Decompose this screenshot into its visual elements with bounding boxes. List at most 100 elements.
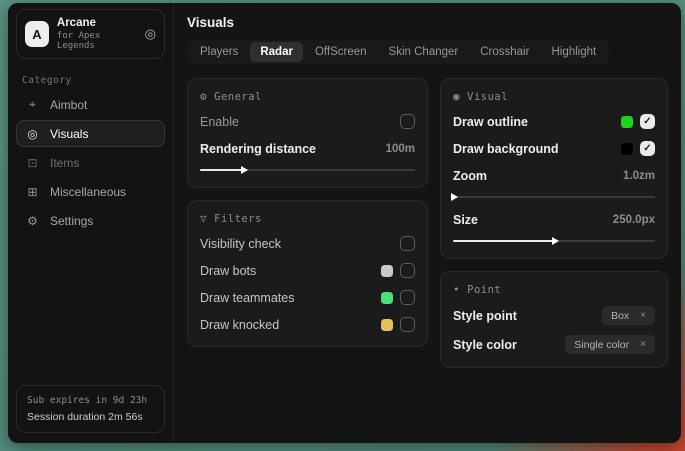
tab-offscreen[interactable]: OffScreen bbox=[305, 42, 377, 62]
sidebar-item-items[interactable]: ⊡ Items bbox=[16, 149, 165, 176]
draw-outline-checkbox[interactable]: ✓ bbox=[640, 114, 655, 129]
draw-background-color-swatch[interactable] bbox=[621, 143, 633, 155]
check-icon: ✓ bbox=[643, 144, 651, 154]
rendering-distance-row: Rendering distance 100m bbox=[200, 140, 415, 157]
draw-knocked-label: Draw knocked bbox=[200, 318, 279, 332]
app-logo: A bbox=[25, 21, 49, 47]
clear-icon[interactable]: × bbox=[640, 310, 646, 321]
main-content: Visuals Players Radar OffScreen Skin Cha… bbox=[173, 3, 681, 443]
app-titles: Arcane for Apex Legends bbox=[57, 17, 137, 51]
category-label: Category bbox=[22, 75, 159, 86]
box-icon: ⊡ bbox=[25, 156, 40, 170]
target-icon[interactable]: ◎ bbox=[145, 26, 156, 42]
visuals-tabbar: Players Radar OffScreen Skin Changer Cro… bbox=[187, 39, 609, 65]
crosshair-icon: ⌖ bbox=[25, 97, 40, 112]
slider-fill bbox=[200, 169, 243, 171]
slider-fill bbox=[453, 240, 554, 242]
draw-background-checkbox[interactable]: ✓ bbox=[640, 141, 655, 156]
point-panel-header: • Point bbox=[453, 283, 655, 296]
slider-thumb[interactable] bbox=[241, 166, 248, 174]
point-panel: • Point Style point Box × Style color S bbox=[440, 271, 668, 368]
draw-background-row: Draw background ✓ bbox=[453, 140, 655, 157]
style-color-value: Single color bbox=[574, 339, 629, 351]
session-info-box: Sub expires in 9d 23h Session duration 2… bbox=[16, 385, 165, 433]
style-point-value: Box bbox=[611, 310, 629, 322]
size-slider[interactable] bbox=[453, 236, 655, 245]
draw-teammates-checkbox[interactable]: ✓ bbox=[400, 290, 415, 305]
sidebar-item-aimbot[interactable]: ⌖ Aimbot bbox=[16, 91, 165, 118]
draw-knocked-row: Draw knocked ✓ bbox=[200, 316, 415, 333]
draw-teammates-row: Draw teammates ✓ bbox=[200, 289, 415, 306]
sidebar-item-label: Items bbox=[50, 156, 79, 170]
style-color-label: Style color bbox=[453, 338, 517, 352]
gear-icon: ⚙ bbox=[200, 90, 207, 103]
size-label: Size bbox=[453, 213, 478, 227]
panel-title: General bbox=[214, 91, 262, 103]
rendering-distance-slider[interactable] bbox=[200, 165, 415, 174]
enable-row: Enable ✓ bbox=[200, 113, 415, 130]
sidebar-item-label: Settings bbox=[50, 214, 93, 228]
zoom-value: 1.0zm bbox=[623, 170, 655, 182]
app-subtitle: for Apex Legends bbox=[57, 31, 137, 51]
slider-thumb[interactable] bbox=[451, 193, 458, 201]
size-value: 250.0px bbox=[613, 214, 655, 226]
enable-label: Enable bbox=[200, 115, 239, 129]
sidebar-item-miscellaneous[interactable]: ⊞ Miscellaneous bbox=[16, 178, 165, 205]
visual-panel: ◉ Visual Draw outline ✓ Draw background bbox=[440, 78, 668, 259]
draw-teammates-color-swatch[interactable] bbox=[381, 292, 393, 304]
sidebar-item-label: Visuals bbox=[50, 127, 88, 141]
filters-panel: ▽ Filters Visibility check ✓ Draw bots bbox=[187, 200, 428, 347]
page-title: Visuals bbox=[187, 15, 668, 30]
visibility-check-checkbox[interactable]: ✓ bbox=[400, 236, 415, 251]
draw-bots-label: Draw bots bbox=[200, 264, 256, 278]
filters-panel-header: ▽ Filters bbox=[200, 212, 415, 225]
style-color-row: Style color Single color × bbox=[453, 335, 655, 354]
sidebar-item-settings[interactable]: ⚙ Settings bbox=[16, 207, 165, 234]
draw-bots-row: Draw bots ✓ bbox=[200, 262, 415, 279]
enable-checkbox[interactable]: ✓ bbox=[400, 114, 415, 129]
right-column: ◉ Visual Draw outline ✓ Draw background bbox=[440, 78, 668, 368]
draw-bots-checkbox[interactable]: ✓ bbox=[400, 263, 415, 278]
draw-outline-row: Draw outline ✓ bbox=[453, 113, 655, 130]
check-icon: ✓ bbox=[643, 117, 651, 127]
draw-teammates-label: Draw teammates bbox=[200, 291, 294, 305]
left-column: ⚙ General Enable ✓ Rendering distance 10… bbox=[187, 78, 428, 347]
tab-crosshair[interactable]: Crosshair bbox=[470, 42, 539, 62]
general-panel-header: ⚙ General bbox=[200, 90, 415, 103]
general-panel: ⚙ General Enable ✓ Rendering distance 10… bbox=[187, 78, 428, 188]
clear-icon[interactable]: × bbox=[640, 339, 646, 350]
tab-skin-changer[interactable]: Skin Changer bbox=[379, 42, 469, 62]
draw-knocked-color-swatch[interactable] bbox=[381, 319, 393, 331]
visual-panel-header: ◉ Visual bbox=[453, 90, 655, 103]
app-header: A Arcane for Apex Legends ◎ bbox=[16, 9, 165, 59]
gear-icon: ⚙ bbox=[25, 214, 40, 228]
sidebar-item-visuals[interactable]: ◎ Visuals bbox=[16, 120, 165, 147]
panel-title: Filters bbox=[214, 213, 262, 225]
visibility-check-row: Visibility check ✓ bbox=[200, 235, 415, 252]
tab-radar[interactable]: Radar bbox=[250, 42, 303, 62]
panel-title: Point bbox=[467, 284, 501, 296]
zoom-slider[interactable] bbox=[453, 192, 655, 201]
panel-title: Visual bbox=[467, 91, 508, 103]
arcane-window: A Arcane for Apex Legends ◎ Category ⌖ A… bbox=[8, 3, 681, 443]
sidebar-item-label: Miscellaneous bbox=[50, 185, 126, 199]
zoom-label: Zoom bbox=[453, 169, 487, 183]
rendering-distance-label: Rendering distance bbox=[200, 142, 316, 156]
tab-highlight[interactable]: Highlight bbox=[541, 42, 606, 62]
tab-players[interactable]: Players bbox=[190, 42, 248, 62]
draw-knocked-checkbox[interactable]: ✓ bbox=[400, 317, 415, 332]
style-point-select[interactable]: Box × bbox=[602, 306, 655, 325]
rendering-distance-value: 100m bbox=[386, 143, 415, 155]
size-row: Size 250.0px bbox=[453, 211, 655, 228]
style-color-select[interactable]: Single color × bbox=[565, 335, 655, 354]
draw-bots-color-swatch[interactable] bbox=[381, 265, 393, 277]
visibility-check-label: Visibility check bbox=[200, 237, 281, 251]
slider-track bbox=[453, 196, 655, 198]
session-duration-text: Session duration 2m 56s bbox=[27, 411, 154, 423]
slider-thumb[interactable] bbox=[552, 237, 559, 245]
eye-icon: ◉ bbox=[453, 90, 460, 103]
zoom-row: Zoom 1.0zm bbox=[453, 167, 655, 184]
sidebar-item-label: Aimbot bbox=[50, 98, 87, 112]
grid-icon: ⊞ bbox=[25, 185, 40, 199]
draw-outline-color-swatch[interactable] bbox=[621, 116, 633, 128]
